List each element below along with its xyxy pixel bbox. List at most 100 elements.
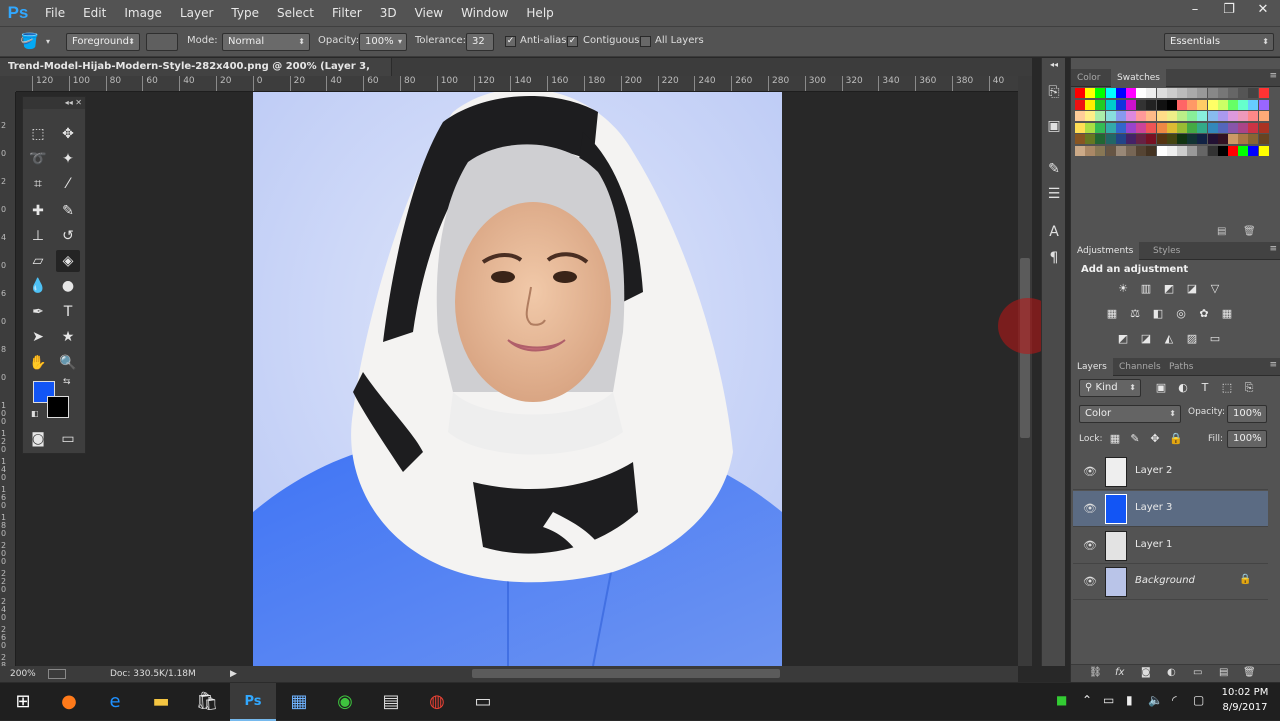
background-color-swatch[interactable]	[47, 396, 69, 418]
volume-icon[interactable]: 🔈	[1148, 693, 1163, 707]
swatch[interactable]	[1136, 111, 1147, 121]
wifi-icon[interactable]: ◜	[1172, 693, 1177, 707]
invert-icon[interactable]: ◩	[1115, 332, 1131, 346]
screen-mode-icon[interactable]: ▭	[56, 428, 80, 450]
dodge-tool-icon[interactable]: ●	[56, 275, 80, 297]
lasso-tool-icon[interactable]: ➰	[26, 148, 50, 170]
mode-select[interactable]: Normal ⬍	[222, 33, 310, 51]
paint-bucket-tool-preset-icon[interactable]: 🪣	[20, 32, 39, 50]
horizontal-ruler[interactable]: 120 100 80 60 40 20 0 20 40 60 80 100 120 140 160 180 20…	[16, 76, 1032, 92]
type-filter-icon[interactable]: T	[1197, 381, 1213, 395]
swatch[interactable]	[1095, 111, 1106, 121]
swatch[interactable]	[1136, 88, 1147, 98]
swatch[interactable]	[1115, 99, 1126, 110]
swatch[interactable]	[1177, 99, 1187, 110]
menu-help[interactable]: Help	[517, 0, 562, 26]
swatch[interactable]	[1228, 99, 1238, 110]
swatch[interactable]	[1136, 99, 1147, 110]
close-icon[interactable]: ✕	[1246, 0, 1280, 22]
swatch[interactable]	[1228, 88, 1238, 98]
zoom-tool-icon[interactable]: 🔍	[56, 352, 80, 374]
swatch[interactable]	[1197, 145, 1208, 156]
swatch[interactable]	[1126, 145, 1136, 156]
delete-layer-icon[interactable]: 🗑	[1243, 667, 1256, 678]
levels-icon[interactable]: ▥	[1138, 282, 1154, 296]
close-icon[interactable]: ✕	[75, 98, 82, 107]
move-tool-icon[interactable]: ✥	[56, 123, 80, 145]
menu-edit[interactable]: Edit	[74, 0, 115, 26]
lock-all-icon[interactable]: 🔒	[1168, 432, 1184, 446]
smart-object-filter-icon[interactable]: ⎘	[1241, 381, 1257, 395]
lock-transparent-icon[interactable]: ▦	[1107, 432, 1123, 446]
photoshop-icon[interactable]: Ps	[230, 683, 276, 721]
swatch[interactable]	[1105, 122, 1116, 133]
menu-3d[interactable]: 3D	[371, 0, 406, 26]
character-panel-icon[interactable]: A	[1042, 224, 1066, 240]
swatch[interactable]	[1166, 99, 1177, 110]
menu-image[interactable]: Image	[115, 0, 171, 26]
swatch[interactable]	[1156, 122, 1167, 133]
swatch[interactable]	[1207, 122, 1218, 133]
tab-channels[interactable]: Channels	[1113, 358, 1167, 376]
swatch[interactable]	[1248, 145, 1259, 156]
swatch[interactable]	[1105, 111, 1116, 121]
photo-filter-icon[interactable]: ◎	[1173, 307, 1189, 321]
swatch[interactable]	[1258, 111, 1269, 121]
properties-panel-icon[interactable]: ☰	[1042, 186, 1066, 202]
show-hidden-icons-icon[interactable]: ⌃	[1082, 693, 1092, 707]
menu-select[interactable]: Select	[268, 0, 323, 26]
swatch[interactable]	[1156, 134, 1167, 144]
swatch[interactable]	[1217, 145, 1228, 156]
blur-tool-icon[interactable]: 💧	[26, 275, 50, 297]
default-colors-icon[interactable]: ◧	[31, 409, 39, 418]
pixel-filter-icon[interactable]: ▣	[1153, 381, 1169, 395]
swatch[interactable]	[1258, 145, 1269, 156]
add-mask-icon[interactable]: ◙	[1141, 667, 1151, 678]
swatch[interactable]	[1228, 111, 1238, 121]
swatch[interactable]	[1228, 122, 1238, 133]
tab-swatches[interactable]: Swatches	[1111, 69, 1166, 87]
exposure-icon[interactable]: ◪	[1184, 282, 1200, 296]
swatch[interactable]	[1115, 111, 1126, 121]
swatch[interactable]	[1238, 99, 1249, 110]
swatch[interactable]	[1146, 111, 1157, 121]
new-group-icon[interactable]: ▭	[1193, 667, 1202, 678]
threshold-icon[interactable]: ◭	[1161, 332, 1177, 346]
swatch[interactable]	[1248, 111, 1259, 121]
swatch[interactable]	[1136, 122, 1147, 133]
swatch[interactable]	[1075, 99, 1085, 110]
workspace-select[interactable]: Essentials ⬍	[1164, 33, 1274, 51]
swatch[interactable]	[1177, 122, 1187, 133]
layer-style-icon[interactable]: fx	[1115, 667, 1124, 678]
swatch[interactable]	[1238, 111, 1249, 121]
camera-panel-icon[interactable]: ▣	[1042, 118, 1066, 134]
swatch[interactable]	[1166, 145, 1177, 156]
network-app-icon[interactable]: ◉	[322, 683, 368, 721]
opacity-field[interactable]: 100% ▾	[359, 33, 407, 51]
menu-layer[interactable]: Layer	[171, 0, 222, 26]
swatch[interactable]	[1166, 111, 1177, 121]
collapse-icon[interactable]: ◂◂	[65, 98, 73, 107]
swatch[interactable]	[1115, 88, 1126, 98]
swatch[interactable]	[1146, 145, 1157, 156]
swatch[interactable]	[1258, 88, 1269, 98]
eyedropper-tool-icon[interactable]: ⁄	[56, 173, 80, 195]
swatch[interactable]	[1197, 99, 1208, 110]
swatch[interactable]	[1115, 122, 1126, 133]
swatch[interactable]	[1166, 134, 1177, 144]
swatch[interactable]	[1146, 122, 1157, 133]
history-panel-icon[interactable]: ⎘	[1042, 84, 1066, 100]
new-swatch-icon[interactable]: ▤	[1217, 226, 1226, 237]
pen-tool-icon[interactable]: ✒	[26, 301, 50, 323]
swatch[interactable]	[1248, 99, 1259, 110]
swatch[interactable]	[1248, 122, 1259, 133]
channel-mixer-icon[interactable]: ✿	[1196, 307, 1212, 321]
horizontal-scroll-thumb[interactable]	[472, 669, 780, 678]
eye-icon[interactable]: 👁	[1083, 575, 1097, 588]
swatch[interactable]	[1075, 111, 1085, 121]
swatch[interactable]	[1136, 134, 1147, 144]
swatch[interactable]	[1217, 88, 1228, 98]
edge-icon[interactable]: e	[92, 683, 138, 721]
swatch[interactable]	[1095, 122, 1106, 133]
black-white-icon[interactable]: ◧	[1150, 307, 1166, 321]
